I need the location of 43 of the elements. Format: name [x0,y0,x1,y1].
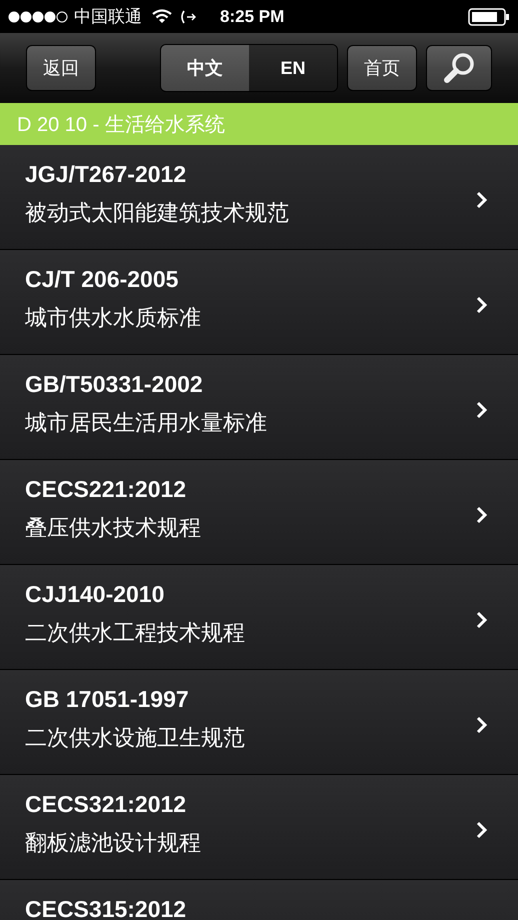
standard-code: GB 17051-1997 [25,686,190,713]
rotation-lock-icon [178,8,198,24]
standard-list-item[interactable]: GB 17051-1997 二次供水设施卫生规范 [0,670,518,775]
standard-list-item[interactable]: CECS321:2012 翻板滤池设计规程 [0,775,518,880]
chevron-icon [476,821,488,839]
language-tab[interactable]: 中文 [161,45,249,91]
standard-title: 被动式太阳能建筑技术规范 [25,199,290,227]
chevron-icon [476,611,488,629]
section-header: D 20 10 - 生活给水系统 [0,103,518,145]
standard-list-item[interactable]: CECS315:2012 [0,880,518,920]
standard-list-item[interactable]: CECS221:2012 叠压供水技术规程 [0,460,518,565]
standard-code: GB/T50331-2002 [25,371,204,398]
standard-code: CJ/T 206-2005 [25,266,180,293]
standard-title: 二次供水设施卫生规范 [25,724,246,752]
battery-icon [468,8,510,26]
standard-code: JGJ/T267-2012 [25,161,188,188]
signal-icon [8,10,68,22]
standard-list-item[interactable]: CJ/T 206-2005 城市供水水质标准 [0,250,518,355]
chevron-icon [476,296,488,314]
standard-list-item[interactable]: CJJ140-2010 二次供水工程技术规程 [0,565,518,670]
chevron-icon [476,716,488,734]
standard-title: 城市供水水质标准 [25,304,202,332]
carrier-name: 中国联通 [74,6,142,28]
standard-list-item[interactable]: GB/T50331-2002 城市居民生活用水量标准 [0,355,518,460]
standard-title: 翻板滤池设计规程 [25,829,202,857]
standard-code: CECS315:2012 [25,896,188,920]
wifi-icon [152,9,172,24]
chevron-icon [476,191,488,209]
chevron-icon [476,506,488,524]
search-icon [442,51,476,85]
search-button[interactable] [426,45,492,91]
standard-title: 叠压供水技术规程 [25,514,202,542]
home-button[interactable]: 首页 [347,45,417,91]
back-button[interactable]: 返回 [26,45,96,91]
language-tab[interactable]: EN [249,45,337,91]
standard-code: CECS321:2012 [25,791,188,818]
standard-code: CECS221:2012 [25,476,188,503]
clock-time: 8:25 PM [220,6,284,26]
standard-title: 城市居民生活用水量标准 [25,409,268,437]
standard-list-item[interactable]: JGJ/T267-2012 被动式太阳能建筑技术规范 [0,145,518,250]
chevron-icon [476,401,488,419]
standard-code: CJJ140-2010 [25,581,166,608]
standard-title: 二次供水工程技术规程 [25,619,246,647]
